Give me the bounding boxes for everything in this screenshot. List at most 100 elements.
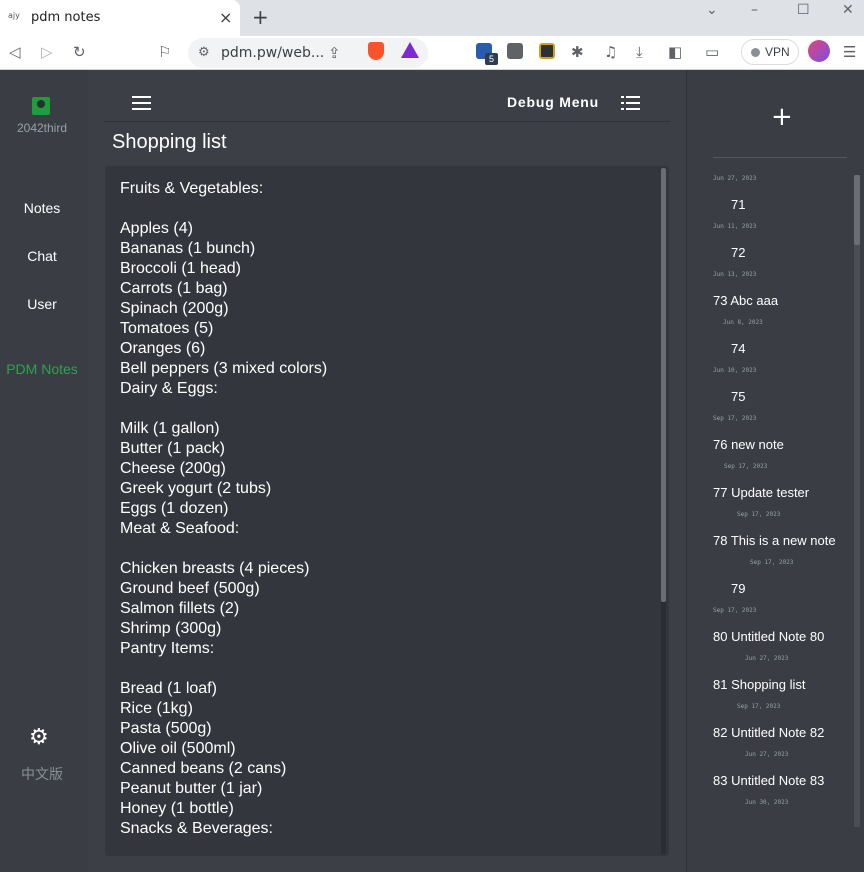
note-line[interactable]: Bread (1 loaf) <box>120 679 640 699</box>
note-line[interactable]: Apples (4) <box>120 219 640 239</box>
note-list-item[interactable]: 83 Untitled Note 83 <box>713 773 824 788</box>
note-list-item[interactable]: 71 <box>731 197 745 212</box>
note-list-item[interactable]: 72 <box>731 245 745 260</box>
media-music-icon[interactable]: ♫ <box>604 43 617 61</box>
note-line[interactable]: Dairy & Eggs: <box>120 379 640 399</box>
note-list-item[interactable]: 75 <box>731 389 745 404</box>
note-line[interactable]: Salmon fillets (2) <box>120 599 640 619</box>
hamburger-menu-icon[interactable] <box>132 96 151 110</box>
keyhole-extension-icon[interactable] <box>507 43 523 59</box>
note-line[interactable]: Carrots (1 bag) <box>120 279 640 299</box>
extensions-puzzle-icon[interactable]: ✱ <box>571 43 584 61</box>
vpn-status-icon <box>751 48 760 57</box>
note-date: Jun 8, 2023 <box>723 319 763 326</box>
note-line[interactable]: Ground beef (500g) <box>120 579 640 599</box>
note-line[interactable]: Chicken breasts (4 pieces) <box>120 559 640 579</box>
note-list-item[interactable]: 77 Update tester <box>713 485 809 500</box>
reload-icon[interactable]: ↻ <box>73 43 86 61</box>
minimize-icon[interactable]: – <box>751 2 758 18</box>
browser-tab[interactable]: ajy pdm notes × <box>0 0 240 36</box>
sidebar-toggle-icon[interactable]: ◧ <box>668 43 682 61</box>
download-icon[interactable]: ⤓ <box>636 43 643 61</box>
forward-icon[interactable]: ▷ <box>41 43 53 61</box>
note-editor[interactable]: Fruits & Vegetables: Apples (4) Bananas (1… <box>105 166 669 856</box>
brave-rewards-icon[interactable] <box>401 42 419 58</box>
note-line[interactable] <box>120 539 640 559</box>
note-line[interactable]: Eggs (1 dozen) <box>120 499 640 519</box>
close-window-icon[interactable]: ✕ <box>842 2 854 18</box>
pixel-extension-icon[interactable] <box>539 43 555 59</box>
note-line[interactable]: Snacks & Beverages: <box>120 819 640 839</box>
note-line[interactable]: Broccoli (1 head) <box>120 259 640 279</box>
settings-gear-icon[interactable]: ⚙ <box>29 725 49 750</box>
note-line[interactable]: Bananas (1 bunch) <box>120 239 640 259</box>
extension-count-badge: 5 <box>485 53 498 65</box>
sidebar-item-user[interactable]: User <box>0 296 84 312</box>
tab-close-icon[interactable]: × <box>219 8 232 27</box>
menu-icon[interactable]: ☰ <box>843 43 856 61</box>
maximize-icon[interactable]: ☐ <box>797 2 810 18</box>
note-date: Sep 17, 2023 <box>737 511 781 518</box>
site-info-icon[interactable]: ⚙ <box>198 44 210 62</box>
address-bar[interactable]: ⚙ pdm.pw/web... ⇪ <box>188 38 428 68</box>
notes-list-scroll-thumb[interactable] <box>854 175 860 245</box>
note-line[interactable]: Oranges (6) <box>120 339 640 359</box>
note-line[interactable] <box>120 659 640 679</box>
note-line[interactable]: Meat & Seafood: <box>120 519 640 539</box>
note-list-item[interactable]: 80 Untitled Note 80 <box>713 629 824 644</box>
note-line[interactable]: Spinach (200g) <box>120 299 640 319</box>
note-line[interactable]: Rice (1kg) <box>120 699 640 719</box>
note-line[interactable]: Pasta (500g) <box>120 719 640 739</box>
main-content: Debug Menu Shopping list Fruits & Vegeta… <box>88 70 686 872</box>
note-date: Jun 10, 2023 <box>713 367 757 374</box>
language-switch[interactable]: 中文版 <box>0 764 84 784</box>
note-list-item[interactable]: 81 Shopping list <box>713 677 806 692</box>
note-line[interactable]: Cheese (200g) <box>120 459 640 479</box>
vpn-button[interactable]: VPN <box>741 39 799 65</box>
note-line[interactable]: Fruits & Vegetables: <box>120 179 640 199</box>
note-list-item[interactable]: 78 This is a new note <box>713 533 836 548</box>
profile-avatar[interactable] <box>808 40 830 62</box>
new-tab-button[interactable]: + <box>252 5 269 29</box>
note-date: Sep 17, 2023 <box>724 463 768 470</box>
note-line[interactable] <box>120 399 640 419</box>
tab-search-chevron-icon[interactable]: ⌄ <box>706 2 718 18</box>
note-list-item[interactable]: 82 Untitled Note 82 <box>713 725 824 740</box>
note-line[interactable]: Butter (1 pack) <box>120 439 640 459</box>
brave-shields-icon[interactable] <box>368 42 384 60</box>
browser-tab-strip: ajy pdm notes × + ⌄ – ☐ ✕ <box>0 0 864 36</box>
note-list-item[interactable]: 73 Abc aaa <box>713 293 778 308</box>
note-line[interactable]: Tomatoes (5) <box>120 319 640 339</box>
url-text: pdm.pw/web... <box>221 45 325 61</box>
note-line[interactable]: Pantry Items: <box>120 639 640 659</box>
user-avatar-icon[interactable] <box>32 97 50 115</box>
note-date: Sep 17, 2023 <box>750 559 794 566</box>
note-body[interactable]: Fruits & Vegetables: Apples (4) Bananas (1… <box>120 179 640 839</box>
editor-scroll-thumb[interactable] <box>661 168 666 602</box>
wallet-icon[interactable]: ▭ <box>705 43 719 61</box>
bookmark-icon[interactable]: ⚐ <box>158 43 171 61</box>
note-list-item[interactable]: 79 <box>731 581 745 596</box>
note-line[interactable]: Milk (1 gallon) <box>120 419 640 439</box>
note-line[interactable]: Canned beans (2 cans) <box>120 759 640 779</box>
note-list-item[interactable]: 74 <box>731 341 745 356</box>
note-line[interactable]: Peanut butter (1 jar) <box>120 779 640 799</box>
note-line[interactable] <box>120 199 640 219</box>
share-icon[interactable]: ⇪ <box>328 44 341 62</box>
brand-label[interactable]: PDM Notes <box>0 361 84 377</box>
note-line[interactable]: Olive oil (500ml) <box>120 739 640 759</box>
sidebar-item-notes[interactable]: Notes <box>0 200 84 216</box>
list-menu-icon[interactable] <box>621 96 640 110</box>
sidebar-item-chat[interactable]: Chat <box>0 248 84 264</box>
note-line[interactable]: Bell peppers (3 mixed colors) <box>120 359 640 379</box>
note-list-item[interactable]: 76 new note <box>713 437 784 452</box>
note-title[interactable]: Shopping list <box>112 131 227 154</box>
back-icon[interactable]: ◁ <box>9 43 21 61</box>
debug-menu-label[interactable]: Debug Menu <box>507 94 599 110</box>
notes-list-scrollbar[interactable] <box>854 175 860 827</box>
note-line[interactable]: Honey (1 bottle) <box>120 799 640 819</box>
note-line[interactable]: Shrimp (300g) <box>120 619 640 639</box>
note-line[interactable]: Greek yogurt (2 tubs) <box>120 479 640 499</box>
add-note-button[interactable]: + <box>771 104 793 130</box>
editor-scrollbar[interactable] <box>661 168 666 854</box>
